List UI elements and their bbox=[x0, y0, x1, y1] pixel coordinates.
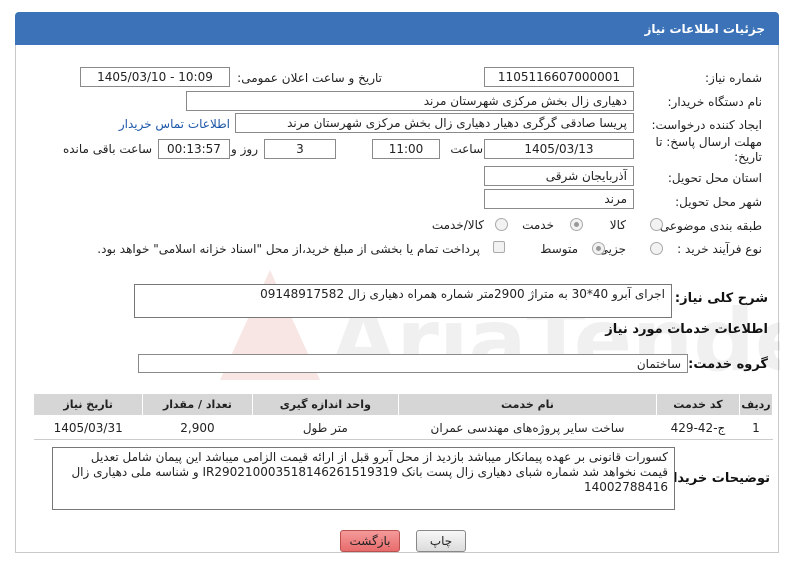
cell-idx: 1 bbox=[739, 415, 773, 440]
city-label: شهر محل تحویل: bbox=[675, 195, 762, 209]
need-number-label: شماره نیاز: bbox=[705, 71, 762, 85]
remaining-label: ساعت باقی مانده bbox=[62, 142, 152, 156]
summary-label: شرح کلی نیاز: bbox=[674, 291, 768, 306]
services-section-title: اطلاعات خدمات مورد نیاز bbox=[605, 322, 768, 337]
city-field: مرند bbox=[484, 189, 634, 209]
process-option-medium: متوسط bbox=[540, 242, 578, 256]
process-type-label: نوع فرآیند خرید : bbox=[677, 242, 762, 256]
days-label: روز و bbox=[231, 142, 258, 156]
col-header-date: تاریخ نیاز bbox=[32, 393, 144, 416]
buyer-notes-label: توضیحات خریدار: bbox=[660, 471, 770, 486]
print-button[interactable]: چاپ bbox=[416, 530, 466, 552]
deadline-time-label: ساعت bbox=[450, 142, 483, 156]
creator-field: پریسا صادقی گرگری دهیار دهیاری زال بخش م… bbox=[235, 113, 634, 133]
category-option-service: خدمت bbox=[522, 218, 554, 232]
treasury-note: پرداخت تمام یا بخشی از مبلغ خرید،از محل … bbox=[97, 242, 480, 256]
buyer-contact-link[interactable]: اطلاعات تماس خریدار bbox=[119, 117, 230, 131]
remaining-time-field: 00:13:57 bbox=[158, 139, 230, 159]
category-radio-service[interactable] bbox=[570, 218, 583, 231]
cell-code: ج-42-429 bbox=[656, 415, 740, 440]
page-header: جزئیات اطلاعات نیاز bbox=[15, 12, 779, 45]
service-group-field: ساختمان bbox=[138, 354, 688, 373]
summary-textarea: اجرای آبرو 40*30 به متراژ 2900متر شماره … bbox=[134, 284, 672, 318]
process-radio-medium[interactable] bbox=[592, 242, 605, 255]
col-header-qty: تعداد / مقدار bbox=[142, 393, 253, 416]
buyer-org-label: نام دستگاه خریدار: bbox=[667, 95, 763, 109]
service-group-label: گروه خدمت: bbox=[688, 357, 768, 372]
col-header-unit: واحد اندازه گیری bbox=[251, 393, 400, 416]
creator-label: ایجاد کننده درخواست: bbox=[651, 118, 762, 132]
need-number-field: 1105116607000001 bbox=[484, 67, 634, 87]
days-field: 3 bbox=[264, 139, 336, 159]
category-label: طبقه بندی موضوعی: bbox=[655, 219, 762, 233]
page-title: جزئیات اطلاعات نیاز bbox=[644, 22, 765, 36]
back-button[interactable]: بازگشت bbox=[340, 530, 400, 552]
buyer-notes-textarea: کسورات قانونی بر عهده پیمانکار میباشد با… bbox=[52, 447, 675, 510]
process-radio-minor[interactable] bbox=[650, 242, 663, 255]
announce-date-field: 1405/03/10 - 10:09 bbox=[80, 67, 230, 87]
cell-name: ساخت سایر پروژه‌های مهندسی عمران bbox=[398, 415, 657, 440]
category-option-goods: کالا bbox=[609, 218, 626, 232]
table-row: 1 ج-42-429 ساخت سایر پروژه‌های مهندسی عم… bbox=[33, 415, 773, 440]
deadline-date-field: 1405/03/13 bbox=[484, 139, 634, 159]
cell-date: 1405/03/31 bbox=[33, 415, 143, 440]
category-radio-goods-service[interactable] bbox=[495, 218, 508, 231]
table-header-row: ردیف کد خدمت نام خدمت واحد اندازه گیری ت… bbox=[32, 393, 774, 416]
category-radio-goods[interactable] bbox=[650, 218, 663, 231]
province-field: آذربایجان شرقی bbox=[484, 166, 634, 186]
province-label: استان محل تحویل: bbox=[667, 171, 762, 185]
deadline-label: مهلت ارسال پاسخ: تا تاریخ: bbox=[655, 135, 762, 164]
col-header-code: کد خدمت bbox=[655, 393, 740, 416]
cell-unit: متر طول bbox=[252, 415, 399, 440]
buyer-org-field: دهیاری زال بخش مرکزی شهرستان مرند bbox=[186, 91, 634, 111]
category-option-goods-service: کالا/خدمت bbox=[431, 218, 484, 232]
announce-date-label: تاریخ و ساعت اعلان عمومی: bbox=[237, 71, 382, 85]
cell-qty: 2,900 bbox=[142, 415, 253, 440]
services-table: ردیف کد خدمت نام خدمت واحد اندازه گیری ت… bbox=[32, 393, 774, 440]
col-header-idx: ردیف bbox=[738, 393, 774, 416]
deadline-time-field: 11:00 bbox=[372, 139, 440, 159]
col-header-name: نام خدمت bbox=[398, 393, 657, 416]
treasury-checkbox[interactable] bbox=[493, 241, 505, 253]
